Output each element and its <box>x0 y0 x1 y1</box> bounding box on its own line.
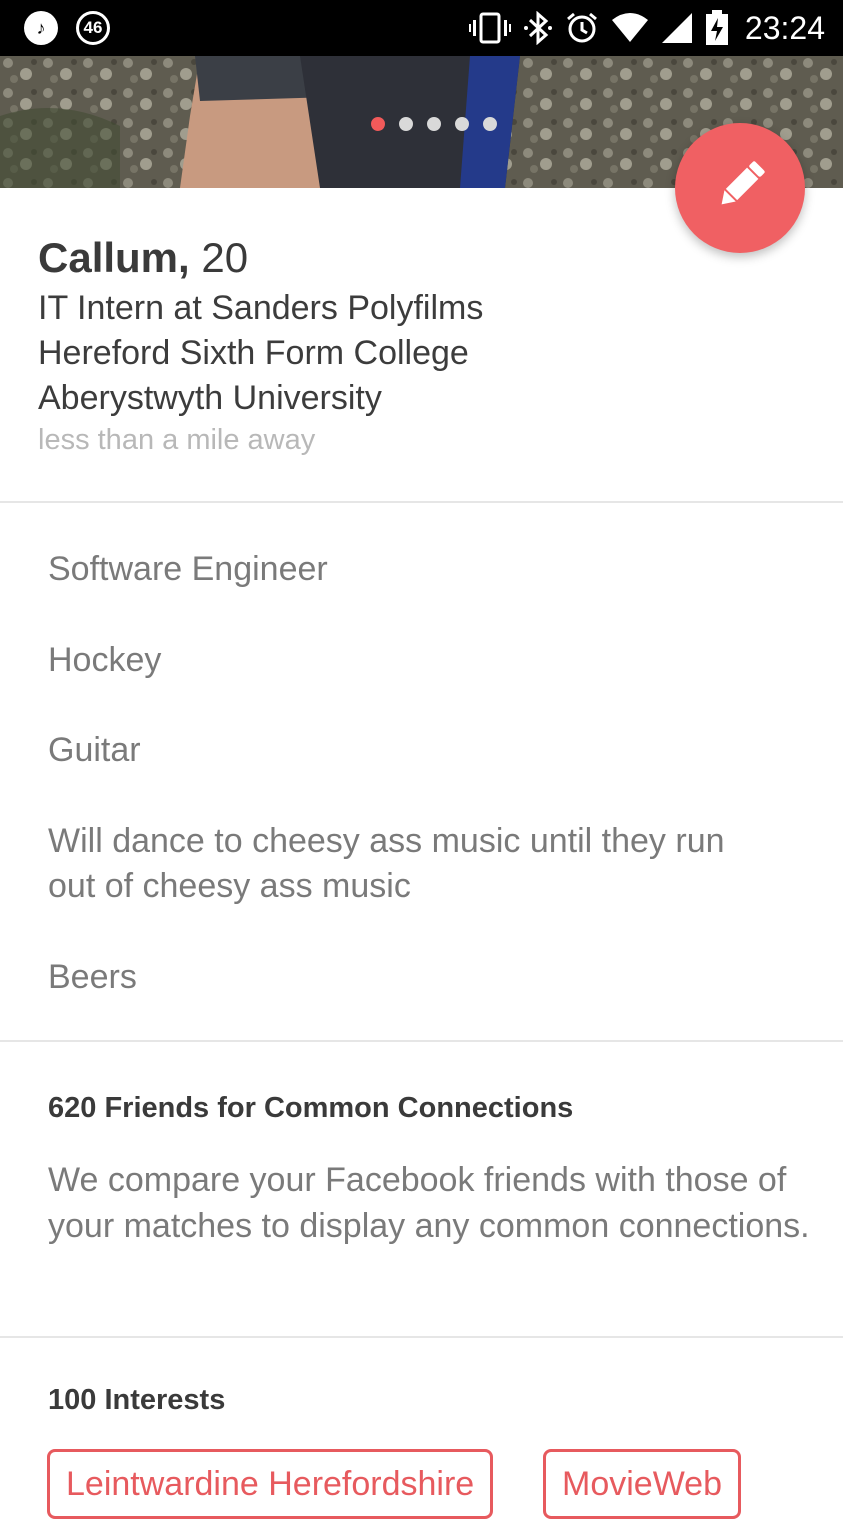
notification-badge: 46 <box>76 11 110 45</box>
alarm-icon <box>565 11 599 45</box>
signal-icon <box>661 12 693 44</box>
profile-first-name: Callum, <box>38 234 190 281</box>
connections-description: We compare your Facebook friends with th… <box>48 1161 810 1245</box>
profile-school-2: Aberystwyth University <box>38 379 382 417</box>
clock-time: 23:24 <box>744 9 825 46</box>
pagination-dot[interactable] <box>483 117 497 131</box>
bio-line: Software Engineer <box>48 550 328 588</box>
pagination-dot[interactable] <box>371 117 385 131</box>
bio-line: Hockey <box>48 641 162 679</box>
vibrate-icon <box>468 11 511 45</box>
wifi-icon <box>611 12 649 44</box>
bio-line: Beers <box>48 958 137 996</box>
status-bar: ♪ 46 23:24 <box>0 0 843 56</box>
edit-profile-button[interactable] <box>675 123 805 253</box>
bluetooth-icon <box>523 11 553 45</box>
pagination-dot[interactable] <box>399 117 413 131</box>
bio-line: Guitar <box>48 731 141 769</box>
profile-name: Callum, 20 <box>38 234 248 282</box>
photo-pagination <box>371 117 497 131</box>
divider <box>0 1040 843 1042</box>
interest-chip[interactable]: Leintwardine Herefordshire <box>47 1449 494 1519</box>
bio-line: Will dance to cheesy ass music until the… <box>48 822 725 860</box>
profile-job: IT Intern at Sanders Polyfilms <box>38 289 484 327</box>
pagination-dot[interactable] <box>427 117 441 131</box>
pencil-icon <box>710 156 770 221</box>
divider <box>0 1336 843 1338</box>
interests-title: 100 Interests <box>48 1384 226 1416</box>
profile-age: 20 <box>201 234 249 281</box>
divider <box>0 501 843 503</box>
interest-chip[interactable]: MovieWeb <box>543 1449 741 1519</box>
pagination-dot[interactable] <box>455 117 469 131</box>
profile-distance: less than a mile away <box>38 424 316 456</box>
bio-line: out of cheesy ass music <box>48 867 411 905</box>
music-note-icon: ♪ <box>24 11 58 45</box>
connections-title: 620 Friends for Common Connections <box>48 1092 574 1124</box>
battery-charging-icon <box>705 10 729 46</box>
profile-school-1: Hereford Sixth Form College <box>38 334 469 372</box>
